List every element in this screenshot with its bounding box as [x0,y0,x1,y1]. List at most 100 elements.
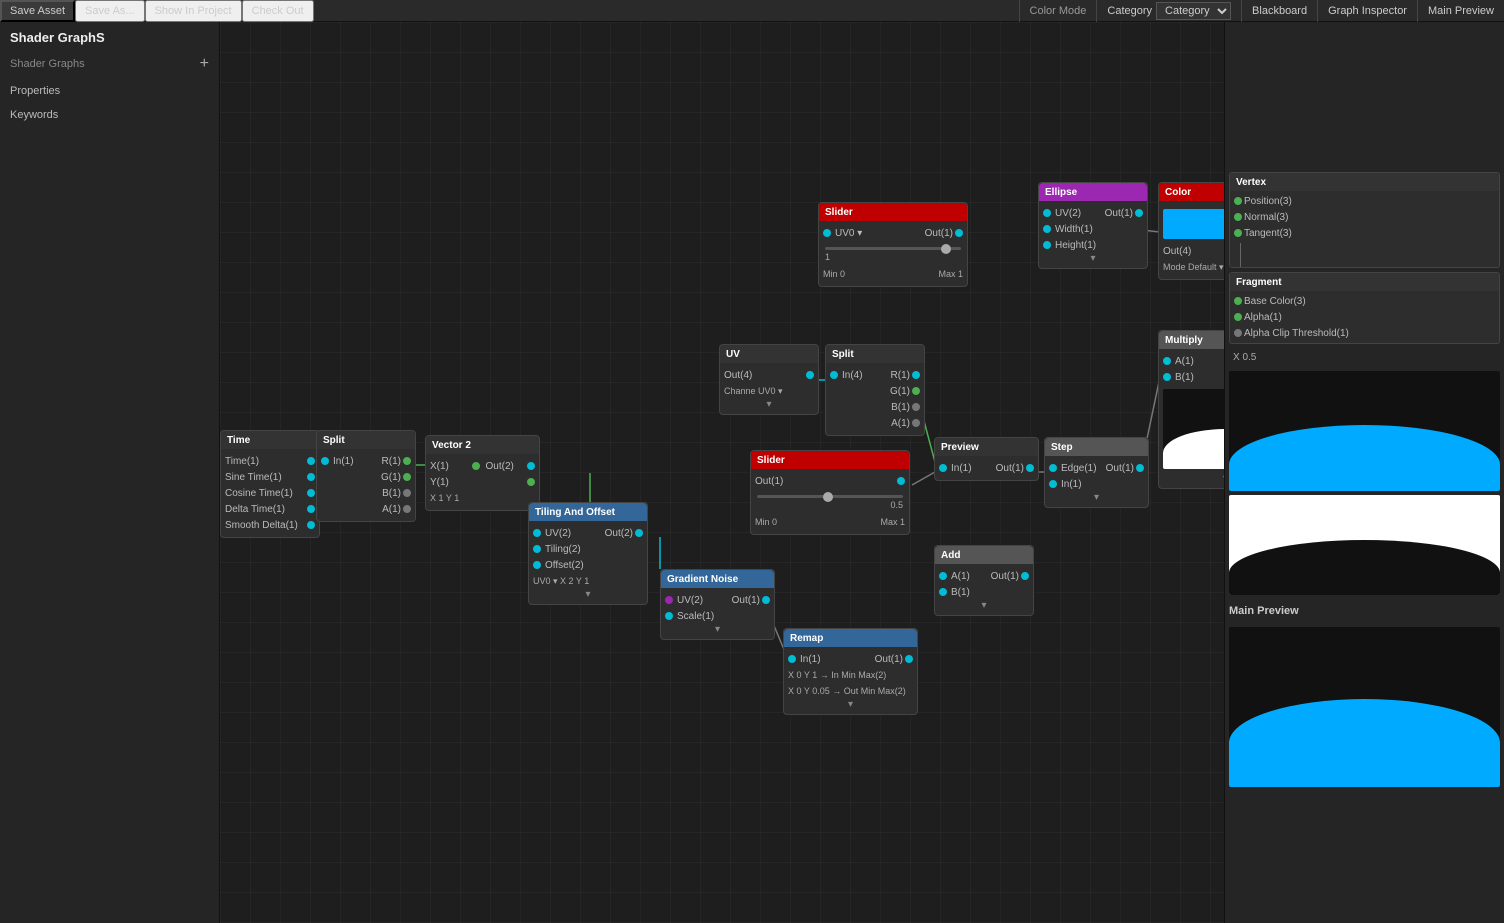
port-b[interactable] [912,403,920,411]
port-in[interactable] [939,464,947,472]
port-g[interactable] [912,387,920,395]
gradient-expand[interactable]: ▾ [661,624,774,635]
add-expand[interactable]: ▾ [935,600,1033,611]
port[interactable] [472,462,480,470]
add-shader-button[interactable]: + [200,55,209,73]
sidebar-properties[interactable]: Properties [0,79,219,103]
ellipse-expand[interactable]: ▾ [1039,253,1147,264]
color-swatch[interactable] [1163,209,1224,239]
slider2-node[interactable]: Slider Out(1) 0.5 Min 0Max 1 [750,450,910,535]
port[interactable] [1234,213,1242,221]
port-b[interactable] [939,588,947,596]
vector2-node[interactable]: Vector 2 X(1) Out(2) Y(1) X 1 Y 1 [425,435,540,511]
port-in[interactable] [321,457,329,465]
tiling-expand[interactable]: ▾ [529,589,647,600]
tiling-offset-node[interactable]: Tiling And Offset UV(2)Out(2) Tiling(2) … [528,502,648,605]
uv-node[interactable]: UV Out(4) Channe UV0 ▾ ▾ [719,344,819,415]
sidebar-keywords[interactable]: Keywords [0,103,219,127]
sidebar-title: Shader GraphS [0,22,219,53]
port-uv[interactable] [665,596,673,604]
blackboard-tab[interactable]: Blackboard [1241,0,1317,22]
multiply2-header: Multiply [1159,331,1224,349]
main-preview-tab[interactable]: Main Preview [1417,0,1504,22]
multiply2-node[interactable]: Multiply A(1)Out(1) B(1) ▾ [1158,330,1224,489]
remap-node[interactable]: Remap In(1)Out(1) X 0 Y 1 → In Min Max(2… [783,628,918,715]
port-b[interactable] [403,489,411,497]
uv-expand[interactable]: ▾ [720,399,818,410]
fragment-node-rp[interactable]: Fragment Base Color(3) Alpha(1) Alpha Cl… [1229,272,1500,344]
port-h[interactable] [1043,241,1051,249]
category-dropdown[interactable]: Category Category [1096,0,1241,22]
rp-base-color: Base Color(3) [1244,296,1495,307]
remap-expand[interactable]: ▾ [784,699,917,710]
time-node[interactable]: Time Time(1) Sine Time(1) Cosine Time(1)… [220,430,320,538]
port-r[interactable] [912,371,920,379]
port-w[interactable] [1043,225,1051,233]
preview-node[interactable]: Preview In(1)Out(1) [934,437,1039,481]
port[interactable] [307,473,315,481]
port-a[interactable] [912,419,920,427]
save-as-button[interactable]: Save As... [75,0,145,22]
show-in-project-button[interactable]: Show In Project [145,0,242,22]
port-in[interactable] [788,655,796,663]
port-out[interactable] [1136,464,1144,472]
port-uv[interactable] [823,229,831,237]
port[interactable] [307,521,315,529]
port[interactable] [1234,329,1242,337]
port-a[interactable] [403,505,411,513]
port-out[interactable] [762,596,770,604]
ellipse-node[interactable]: Ellipse UV(2)Out(1) Width(1) Height(1) ▾ [1038,182,1148,269]
port[interactable] [533,545,541,553]
port-out[interactable] [955,229,963,237]
color-node[interactable]: Color Out(4) Mode Default ▾ [1158,182,1224,280]
port-a[interactable] [1163,357,1171,365]
port-edge[interactable] [1049,464,1057,472]
step-node[interactable]: Step Edge(1)Out(1) In(1) ▾ [1044,437,1149,508]
add-node[interactable]: Add A(1)Out(1) B(1) ▾ [934,545,1034,616]
toolbar: Save Asset Save As... Show In Project Ch… [0,0,1504,22]
category-select[interactable]: Category [1156,2,1231,20]
port[interactable] [533,529,541,537]
port-a[interactable] [939,572,947,580]
port-uv[interactable] [1043,209,1051,217]
port[interactable] [1234,229,1242,237]
port-g[interactable] [403,473,411,481]
slider1-node[interactable]: Slider UV0 ▾ Out(1) 1 Min 0Max 1 [818,202,968,287]
port[interactable] [1234,297,1242,305]
port-out[interactable] [1135,209,1143,217]
port[interactable] [307,489,315,497]
port-scale[interactable] [665,612,673,620]
port-in[interactable] [1049,480,1057,488]
port[interactable] [1234,197,1242,205]
split2-node[interactable]: Split In(1)R(1) G(1) B(1) A(1) [316,430,416,522]
vertex-node-rp[interactable]: Vertex Position(3) Normal(3) Tangent(3) [1229,172,1500,268]
port-out[interactable] [806,371,814,379]
slider1-header: Slider [819,203,967,221]
graph-inspector-tab[interactable]: Graph Inspector [1317,0,1417,22]
save-asset-button[interactable]: Save Asset [0,0,75,22]
port-out[interactable] [635,529,643,537]
rp-position: Position(3) [1244,196,1495,207]
multiply2-expand[interactable]: ▾ [1159,473,1224,484]
port-out[interactable] [905,655,913,663]
port[interactable] [527,478,535,486]
port[interactable] [307,505,315,513]
gradient-noise-node[interactable]: Gradient Noise UV(2)Out(1) Scale(1) ▾ [660,569,775,640]
port-b[interactable] [1163,373,1171,381]
canvas-area[interactable]: Time Time(1) Sine Time(1) Cosine Time(1)… [220,22,1224,923]
port-out[interactable] [1026,464,1034,472]
step-expand[interactable]: ▾ [1045,492,1148,503]
gradient-noise-header: Gradient Noise [661,570,774,588]
split1-node[interactable]: Split In(4)R(1) G(1) B(1) A(1) [825,344,925,436]
port[interactable] [1234,313,1242,321]
port-out[interactable] [1021,572,1029,580]
port[interactable] [307,457,315,465]
preview-header: Preview [935,438,1038,456]
cursor-indicator [773,473,775,475]
port[interactable] [533,561,541,569]
port-in[interactable] [830,371,838,379]
port-out[interactable] [527,462,535,470]
port-r[interactable] [403,457,411,465]
port-out[interactable] [897,477,905,485]
check-out-button[interactable]: Check Out [242,0,314,22]
